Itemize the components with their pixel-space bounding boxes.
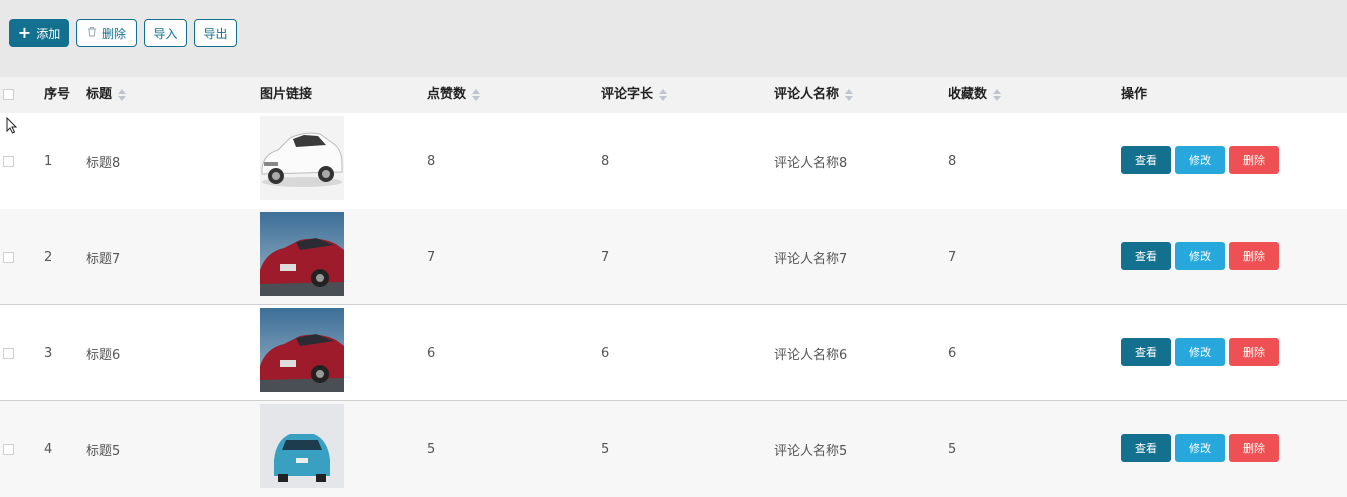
cell-index: 3	[44, 345, 53, 361]
cell-title: 标题8	[86, 155, 121, 171]
header-index: 序号	[44, 87, 71, 102]
sort-icon[interactable]	[118, 89, 127, 101]
car-thumbnail[interactable]	[260, 308, 344, 392]
trash-icon	[87, 26, 97, 40]
row-checkbox[interactable]	[3, 252, 14, 263]
view-button[interactable]: 查看	[1121, 338, 1171, 366]
header-likes[interactable]: 点赞数	[427, 77, 481, 113]
view-button[interactable]: 查看	[1121, 434, 1171, 462]
cell-title: 标题6	[86, 347, 121, 363]
header-actions: 操作	[1121, 87, 1148, 102]
row-checkbox[interactable]	[3, 444, 14, 455]
export-button[interactable]: 导出	[194, 19, 237, 47]
batch-delete-button[interactable]: 删除	[76, 19, 137, 47]
cell-commenter: 评论人名称7	[774, 251, 848, 267]
row-checkbox[interactable]	[3, 348, 14, 359]
view-button[interactable]: 查看	[1121, 146, 1171, 174]
import-button[interactable]: 导入	[144, 19, 187, 47]
cell-comment-length: 6	[601, 345, 610, 361]
cell-favorites: 7	[948, 249, 957, 265]
plus-icon: +	[17, 23, 32, 42]
delete-button[interactable]: 删除	[1229, 146, 1279, 174]
header-title[interactable]: 标题	[86, 77, 127, 113]
edit-button[interactable]: 修改	[1175, 338, 1225, 366]
delete-button[interactable]: 删除	[1229, 434, 1279, 462]
export-button-label: 导出	[203, 26, 228, 41]
cell-commenter: 评论人名称6	[774, 347, 848, 363]
view-button[interactable]: 查看	[1121, 242, 1171, 270]
table-row: 1 标题8 8 8 评论人名称8 8 查看 修改 删除	[0, 113, 1347, 209]
cell-likes: 6	[427, 345, 436, 361]
table-row: 3 标题6 6 6 评论人名称6 6 查看 修改 删除	[0, 304, 1347, 401]
sort-icon[interactable]	[845, 89, 854, 101]
cell-comment-length: 7	[601, 249, 610, 265]
table-header: 序号 标题 图片链接 点赞数 评论字长 评论人名称 收藏数 操作	[0, 77, 1347, 113]
sort-icon[interactable]	[993, 89, 1002, 101]
table-row: 2 标题7 7 7 评论人名称7 7 查看 修改 删除	[0, 209, 1347, 305]
header-image: 图片链接	[260, 87, 313, 102]
header-comment-length[interactable]: 评论字长	[601, 77, 668, 113]
batch-delete-label: 删除	[101, 26, 126, 41]
add-button[interactable]: + 添加	[9, 19, 69, 47]
sort-icon[interactable]	[472, 89, 481, 101]
select-all-checkbox[interactable]	[3, 89, 14, 100]
sort-icon[interactable]	[659, 89, 668, 101]
cell-title: 标题7	[86, 251, 121, 267]
mouse-cursor-icon	[6, 117, 18, 134]
cell-index: 1	[44, 153, 53, 169]
car-thumbnail[interactable]	[260, 212, 344, 296]
header-commenter[interactable]: 评论人名称	[774, 77, 854, 113]
car-thumbnail[interactable]	[260, 116, 344, 200]
cell-comment-length: 8	[601, 153, 610, 169]
car-thumbnail[interactable]	[260, 404, 344, 488]
row-checkbox[interactable]	[3, 156, 14, 167]
header-favorites[interactable]: 收藏数	[948, 77, 1002, 113]
red-car-image	[260, 212, 344, 296]
white-car-image	[260, 116, 344, 200]
edit-button[interactable]: 修改	[1175, 146, 1225, 174]
edit-button[interactable]: 修改	[1175, 434, 1225, 462]
cell-likes: 8	[427, 153, 436, 169]
cell-index: 2	[44, 249, 53, 265]
delete-button[interactable]: 删除	[1229, 338, 1279, 366]
cell-favorites: 6	[948, 345, 957, 361]
red-car-image	[260, 308, 344, 392]
table-row: 4 标题5 5 5 评论人名称5 5 查看 修改 删除	[0, 400, 1347, 497]
cell-commenter: 评论人名称8	[774, 155, 848, 171]
import-button-label: 导入	[153, 26, 178, 41]
edit-button[interactable]: 修改	[1175, 242, 1225, 270]
cell-likes: 7	[427, 249, 436, 265]
delete-button[interactable]: 删除	[1229, 242, 1279, 270]
cell-favorites: 8	[948, 153, 957, 169]
add-button-label: 添加	[36, 26, 61, 41]
blue-car-image	[260, 404, 344, 488]
